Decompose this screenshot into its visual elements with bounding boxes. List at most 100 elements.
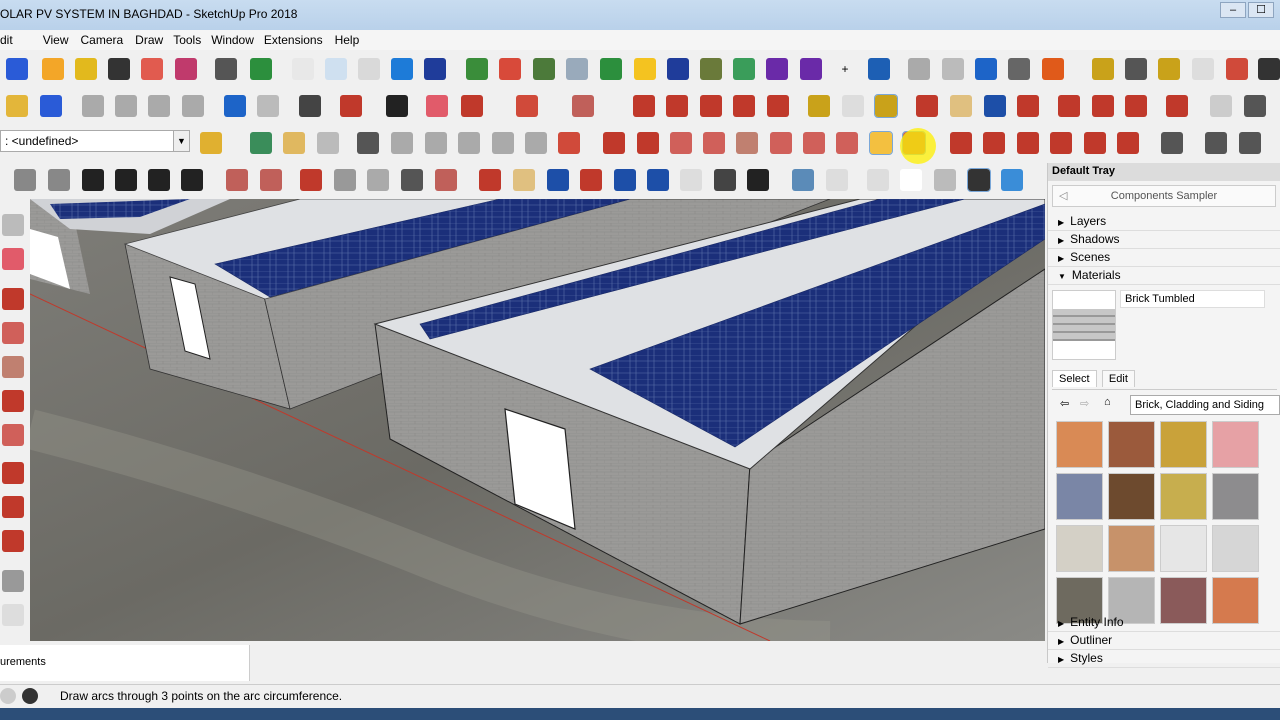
menu-window[interactable]: Window [211, 33, 262, 47]
camera-icon[interactable] [357, 132, 379, 154]
redo-icon[interactable] [257, 95, 279, 117]
followme-left-icon[interactable] [2, 530, 24, 552]
material-swatch-tile[interactable] [1212, 525, 1259, 572]
menu-draw[interactable]: Draw [135, 33, 171, 47]
tray-section-scenes[interactable]: ▶ Scenes [1048, 249, 1280, 267]
open-icon[interactable] [6, 95, 28, 117]
camera3-icon[interactable] [425, 132, 447, 154]
tab-edit[interactable]: Edit [1101, 370, 1135, 387]
section-plane-icon[interactable] [250, 132, 272, 154]
model-icon[interactable] [733, 58, 755, 80]
followme-icon[interactable] [666, 95, 688, 117]
section-fill-icon[interactable] [283, 132, 305, 154]
left-view-icon[interactable] [181, 169, 203, 191]
menu-tools[interactable]: Tools [173, 33, 209, 47]
rotate-tool-icon[interactable] [1017, 132, 1039, 154]
dimension-icon[interactable] [1125, 58, 1147, 80]
save-icon[interactable] [40, 95, 62, 117]
hidden-line-icon[interactable] [900, 169, 922, 191]
three-point-arc-icon[interactable] [869, 131, 893, 155]
menu-edit[interactable]: dit [0, 33, 21, 47]
material-swatch-tile[interactable] [1108, 421, 1155, 468]
utm-icon[interactable] [533, 58, 555, 80]
layout-icon[interactable] [325, 58, 347, 80]
home-icon[interactable]: ⌂ [1104, 396, 1111, 408]
tape-icon[interactable] [1092, 58, 1114, 80]
sketchup-icon[interactable] [6, 58, 28, 80]
eu-icon[interactable] [424, 58, 446, 80]
orbit-tool-icon[interactable] [479, 169, 501, 191]
walk-icon[interactable] [747, 169, 769, 191]
smoove-icon[interactable] [300, 169, 322, 191]
position-camera-icon[interactable] [680, 169, 702, 191]
settings-icon[interactable] [1008, 58, 1030, 80]
axes-icon[interactable] [1226, 58, 1248, 80]
material-swatch-tile[interactable] [1056, 473, 1103, 520]
paper-icon[interactable] [292, 58, 314, 80]
eraser-left-icon[interactable] [2, 248, 24, 270]
menu-camera[interactable]: Camera [80, 33, 131, 47]
material-swatch-tile[interactable] [1160, 473, 1207, 520]
outer-shell-icon[interactable] [1239, 132, 1261, 154]
zoom-window-icon[interactable] [580, 169, 602, 191]
material-swatch-tile[interactable] [1212, 473, 1259, 520]
measurements-box[interactable]: urements [0, 645, 250, 681]
eraser-icon[interactable] [426, 95, 448, 117]
shaded-icon[interactable] [934, 169, 956, 191]
material-swatch-tile[interactable] [1212, 421, 1259, 468]
pencil-icon[interactable] [603, 132, 625, 154]
check-icon[interactable] [1244, 95, 1266, 117]
tape-measure-icon[interactable] [808, 95, 830, 117]
solar-panel-icon[interactable] [868, 58, 890, 80]
prism-icon[interactable] [766, 58, 788, 80]
map-icon[interactable] [250, 58, 272, 80]
camera2-icon[interactable] [391, 132, 413, 154]
tray-section-entity-info[interactable]: ▶ Entity Info [1048, 614, 1280, 632]
followme-tool-icon[interactable] [1050, 132, 1072, 154]
layer-manager-icon[interactable] [200, 132, 222, 154]
copy-icon[interactable] [115, 95, 137, 117]
export-icon[interactable] [175, 58, 197, 80]
material-name-field[interactable]: Brick Tumbled [1120, 290, 1265, 308]
material-swatch-tile[interactable] [1056, 525, 1103, 572]
wireframe-icon[interactable] [867, 169, 889, 191]
arc-left-icon[interactable] [2, 390, 24, 412]
material-swatch-tile[interactable] [1056, 421, 1103, 468]
polygon-icon[interactable] [770, 132, 792, 154]
select-icon[interactable] [386, 95, 408, 117]
arrow-icon[interactable] [600, 58, 622, 80]
back-arrow-icon[interactable]: ◁ [1059, 186, 1067, 206]
tray-section-shadows[interactable]: ▶ Shadows [1048, 231, 1280, 249]
rotate-icon[interactable] [733, 95, 755, 117]
grid-sandbox-icon[interactable] [260, 169, 282, 191]
back-view-icon[interactable] [148, 169, 170, 191]
select-area-icon[interactable] [391, 58, 413, 80]
user-icon[interactable] [22, 688, 38, 704]
move-axis-icon[interactable] [499, 58, 521, 80]
arch-icon[interactable] [942, 58, 964, 80]
top-view-icon[interactable] [48, 169, 70, 191]
freehand-left-icon[interactable] [2, 288, 24, 310]
warehouse-share-icon[interactable] [1058, 95, 1080, 117]
line-icon[interactable] [461, 95, 483, 117]
previous-view-icon[interactable] [647, 169, 669, 191]
intersect-icon[interactable] [1205, 132, 1227, 154]
monochrome-icon[interactable] [1001, 169, 1023, 191]
flip-icon[interactable] [1161, 132, 1183, 154]
back-edges-icon[interactable] [826, 169, 848, 191]
cube-icon[interactable] [1210, 95, 1232, 117]
arc-icon[interactable] [516, 95, 538, 117]
grid-icon[interactable] [566, 58, 588, 80]
back-icon[interactable]: ⇦ [1060, 397, 1069, 410]
minimize-button[interactable]: – [1220, 2, 1246, 18]
model-viewport[interactable] [30, 199, 1045, 641]
scale-icon[interactable] [767, 95, 789, 117]
library-dropdown[interactable]: Brick, Cladding and Siding [1130, 395, 1280, 415]
layer-dropdown[interactable]: : <undefined> ▼ [0, 130, 190, 152]
zoom-extents-tool-icon[interactable] [614, 169, 636, 191]
rectangle-icon[interactable] [572, 95, 594, 117]
text-tool-icon[interactable] [842, 95, 864, 117]
text-icon[interactable] [1192, 58, 1214, 80]
camera4-icon[interactable] [458, 132, 480, 154]
tray-section-materials[interactable]: ▼ Materials [1048, 267, 1280, 285]
